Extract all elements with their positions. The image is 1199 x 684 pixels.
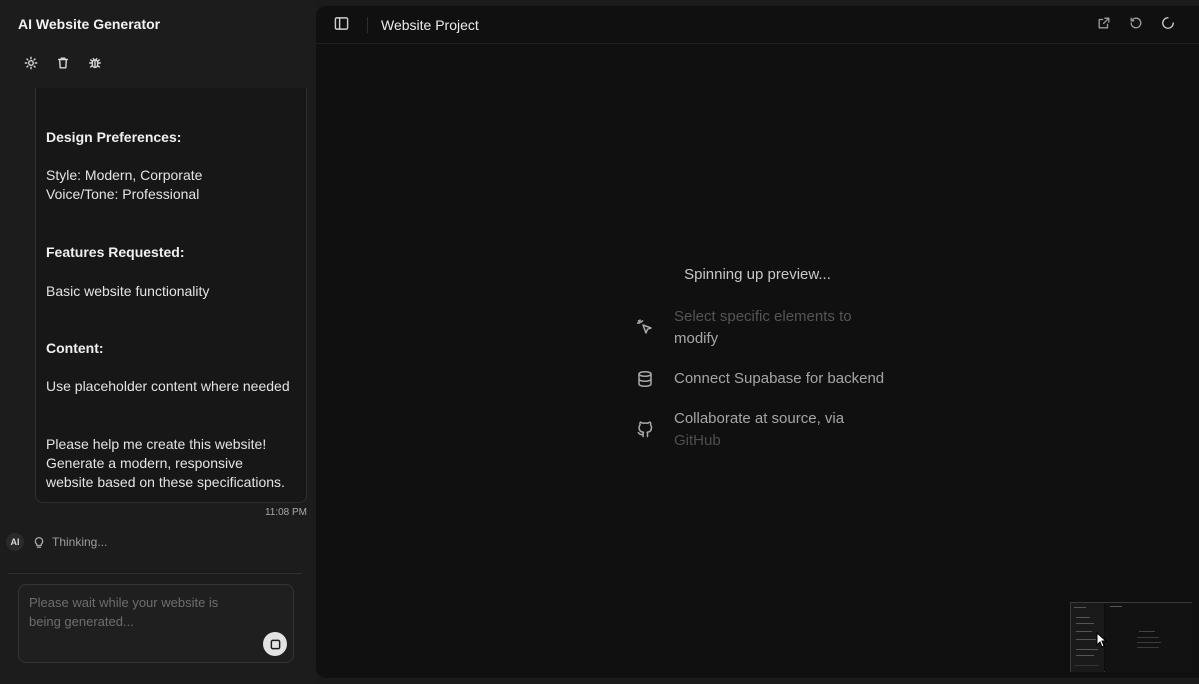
database-icon [636,370,654,388]
thumbnail-main [1105,603,1192,672]
refresh-button[interactable] [1129,16,1145,32]
tip-supabase-text: Connect Supabase for backend [674,370,885,387]
chat-sidebar: AI Website Generator Design Preferences:… [0,0,316,684]
content-heading: Content: [46,340,104,356]
bug-icon [89,57,101,69]
features-heading: Features Requested: [46,244,185,260]
github-icon [636,420,654,438]
pointer-click-icon [636,318,654,336]
tip-select-line1: Select specific elements to [674,308,852,325]
external-link-icon [1098,17,1110,29]
tip-github: Collaborate at source, via GitHub [634,408,894,452]
style-line: Style: Modern, Corporate [46,167,203,183]
preview-status: Spinning up preview... [684,266,831,283]
tip-github-line2: GitHub [674,432,721,449]
stop-generation-button[interactable] [263,632,287,656]
stop-icon [270,639,280,649]
app: AI Website Generator Design Preferences:… [0,0,1199,684]
trash-icon [57,57,69,69]
screen-thumbnail [1070,602,1192,672]
preview-panel: Website Project Spinning up preview... S… [316,6,1199,678]
project-title: Website Project [381,17,479,33]
theme-toggle-button[interactable] [20,52,42,74]
chat-input[interactable] [19,585,259,645]
sidebar-toggle-icon [334,17,349,30]
message-timestamp: 11:08 PM [264,507,307,518]
debug-button[interactable] [84,52,106,74]
preview-tips: Select specific elements to modify Conne… [634,306,894,452]
ai-status-row: AI Thinking... [6,533,107,551]
open-external-button[interactable] [1097,16,1113,32]
tip-select-line2: modify [674,330,719,347]
spinner-icon [1162,17,1174,29]
features-text: Basic website functionality [46,283,210,299]
sidebar-divider [8,573,302,574]
preview-topbar: Website Project [316,6,1199,44]
app-title: AI Website Generator [18,16,161,32]
refresh-icon [1130,17,1142,29]
ai-avatar: AI [6,533,24,551]
loading-indicator [1161,16,1177,32]
tip-select-elements: Select specific elements to modify [634,306,894,350]
mouse-cursor-icon [1096,631,1108,648]
sidebar-toolbar [20,52,106,74]
sidebar-toggle-button[interactable] [334,16,352,34]
lightbulb-icon [32,535,46,549]
user-message-bubble: Design Preferences: Style: Modern, Corpo… [35,88,307,503]
sun-icon [24,56,38,70]
tip-github-line1: Collaborate at source, via [674,410,845,427]
content-text: Use placeholder content where needed [46,378,290,394]
topbar-actions [1097,16,1177,32]
design-preferences-heading: Design Preferences: [46,129,182,145]
chat-input-box [18,584,294,663]
topbar-separator [367,17,368,33]
tip-supabase: Connect Supabase for backend [634,368,894,390]
clear-chat-button[interactable] [52,52,74,74]
voice-line: Voice/Tone: Professional [46,186,200,202]
closing-text: Please help me create this website! Gene… [46,436,285,490]
thinking-status: Thinking... [52,535,108,549]
